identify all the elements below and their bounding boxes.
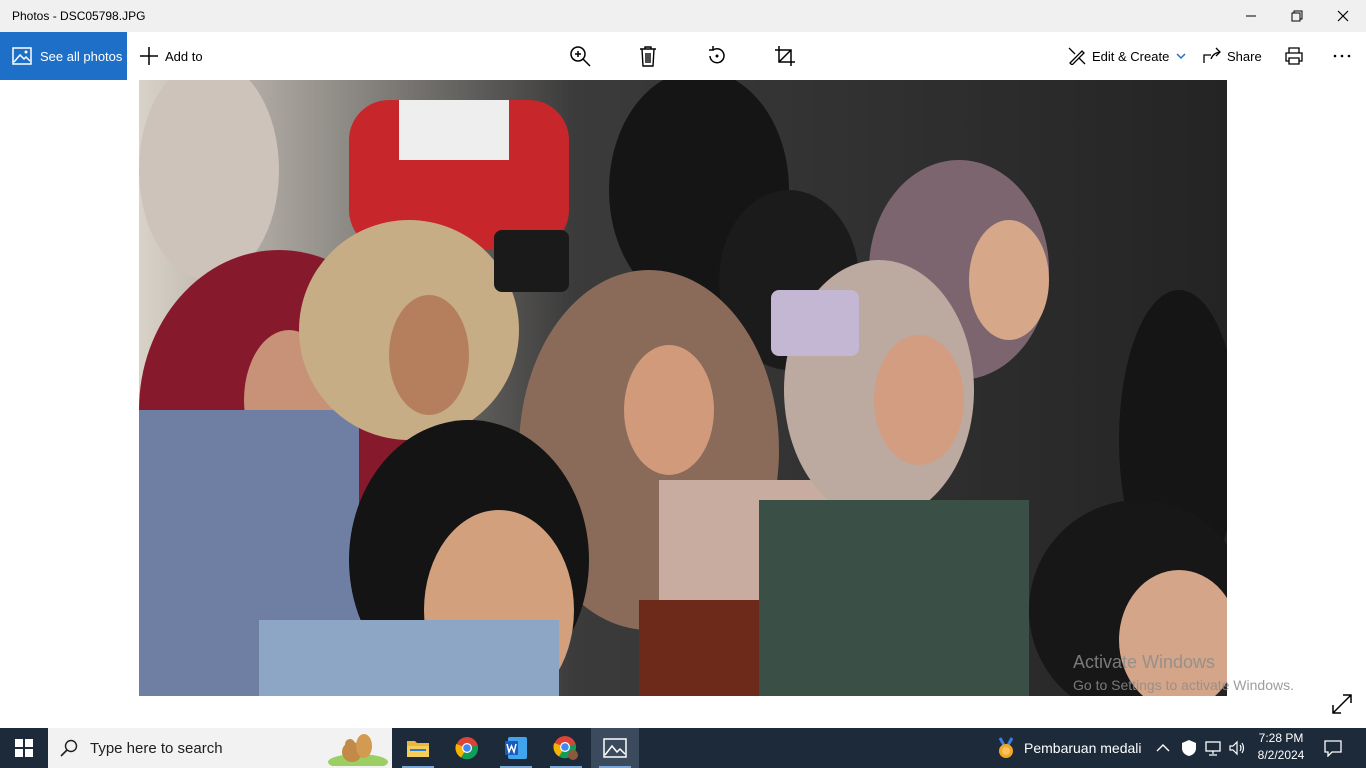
photos-icon [12,47,32,65]
close-icon [1337,10,1349,22]
share-label: Share [1227,48,1262,64]
notification-medal-button[interactable]: Pembaruan medali [996,728,1142,768]
taskbar: Type here to search Pembaruan medali 7:2… [0,728,1366,768]
medal-icon [998,737,1014,758]
photo-viewer-image[interactable] [139,80,1227,696]
delete-button[interactable] [638,32,658,80]
chrome-icon [455,737,479,760]
speaker-icon [1229,740,1245,756]
edit-create-button[interactable]: Edit & Create [1068,32,1187,80]
zoom-in-icon [570,46,591,67]
restore-button[interactable] [1274,0,1320,32]
taskbar-chrome[interactable] [443,728,491,768]
taskbar-chrome-profile[interactable] [542,728,590,768]
taskbar-file-explorer[interactable] [394,728,442,768]
printer-icon [1285,47,1303,65]
toolbar: See all photos Add to Edit & Create Shar… [0,32,1366,80]
more-options-button[interactable] [1333,32,1351,80]
expand-icon [1332,694,1352,714]
word-icon [505,737,527,759]
search-icon [60,739,78,757]
volume-tray-button[interactable] [1228,728,1246,768]
chevron-down-icon [1176,53,1186,60]
security-shield-icon [1182,740,1196,756]
taskbar-search-box[interactable]: Type here to search [48,728,392,768]
add-to-label: Add to [165,48,203,64]
zoom-button[interactable] [569,32,591,80]
print-button[interactable] [1284,32,1304,80]
windows-logo-icon [15,739,33,757]
see-all-photos-button[interactable]: See all photos [0,32,127,80]
security-tray-button[interactable] [1180,728,1198,768]
search-placeholder: Type here to search [90,739,223,757]
show-hidden-icons-button[interactable] [1156,728,1170,768]
share-icon [1203,47,1221,63]
photo-crowd-image [139,80,1227,696]
watermark-title: Activate Windows [1073,652,1216,672]
network-tray-button[interactable] [1204,728,1222,768]
taskbar-photos[interactable] [591,728,639,768]
clock-date: 8/2/2024 [1257,748,1305,762]
window-title: Photos - DSC05798.JPG [12,9,146,23]
notification-icon [1324,740,1342,757]
chrome-profile-icon [553,736,578,760]
activate-windows-watermark: Activate Windows Go to Settings to activ… [1073,652,1294,693]
rotate-button[interactable] [706,32,728,80]
action-center-button[interactable] [1324,728,1342,768]
rotate-icon [709,46,725,64]
minimize-button[interactable] [1228,0,1274,32]
minimize-icon [1246,15,1256,17]
taskbar-word[interactable] [492,728,540,768]
start-button[interactable] [0,728,48,768]
taskbar-clock[interactable]: 7:28 PM 8/2/2024 [1250,730,1312,764]
fullscreen-button[interactable] [1330,692,1354,716]
photos-app-window: Photos - DSC05798.JPG See all photos Add… [0,0,1366,768]
title-bar: Photos - DSC05798.JPG [0,0,1366,32]
crop-icon [775,46,795,66]
restore-icon [1291,10,1303,22]
close-button[interactable] [1320,0,1366,32]
chevron-up-icon [1156,744,1170,752]
notification-medal-label: Pembaruan medali [1024,740,1142,756]
more-icon [1333,54,1351,58]
see-all-photos-label: See all photos [40,48,123,64]
plus-icon [140,47,158,65]
watermark-subtitle: Go to Settings to activate Windows. [1073,677,1294,693]
folder-icon [407,741,429,757]
network-icon [1205,741,1221,756]
trash-icon [640,46,656,67]
share-button[interactable]: Share [1203,32,1262,80]
clock-time: 7:28 PM [1258,731,1304,745]
crop-button[interactable] [774,32,796,80]
search-highlight-squirrel-icon [328,734,388,766]
photos-app-icon [603,738,627,758]
edit-create-label: Edit & Create [1092,48,1170,64]
add-to-button[interactable]: Add to [139,32,203,80]
edit-create-icon [1068,47,1086,65]
